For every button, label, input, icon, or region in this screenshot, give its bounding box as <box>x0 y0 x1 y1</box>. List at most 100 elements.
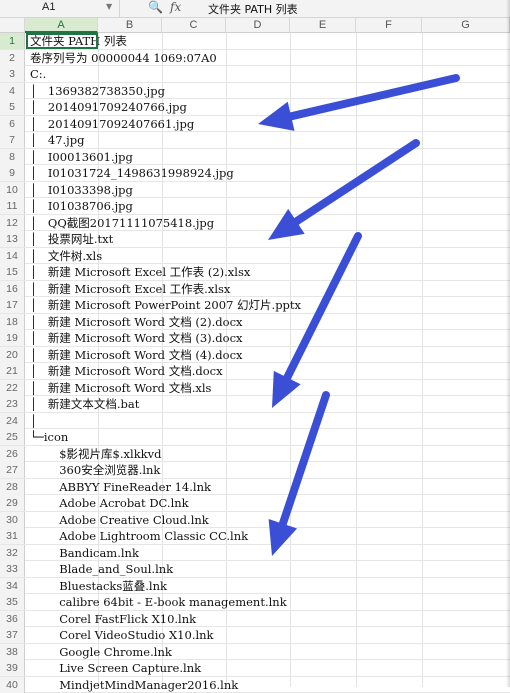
row-header[interactable]: 20 <box>0 347 25 363</box>
row-header[interactable]: 28 <box>0 479 25 495</box>
row-header[interactable]: 1 <box>0 33 25 49</box>
cell-a[interactable]: │ 新建文本文档.bat <box>30 396 139 412</box>
table-row: 21 │ 新建 Microsoft Word 文档.docx <box>0 363 510 380</box>
cell-a[interactable]: │ I01033398.jpg <box>30 182 133 198</box>
cell-a[interactable]: Adobe Lightroom Classic CC.lnk <box>30 528 248 544</box>
cell-a[interactable]: │ 新建 Microsoft Word 文档 (3).docx <box>30 330 243 346</box>
row-header[interactable]: 11 <box>0 198 25 214</box>
row-header[interactable]: 19 <box>0 330 25 346</box>
row-header[interactable]: 40 <box>0 677 25 693</box>
cell-a[interactable]: Adobe Acrobat DC.lnk <box>30 495 189 511</box>
column-header-e[interactable]: E <box>290 18 356 32</box>
cell-a[interactable]: │ <box>30 413 37 429</box>
column-header-g[interactable]: G <box>422 18 510 32</box>
table-row: 25 └─icon <box>0 429 510 446</box>
cell-a[interactable]: MindjetMindManager2016.lnk <box>30 677 238 693</box>
row-header[interactable]: 3 <box>0 66 25 82</box>
column-header-c[interactable]: C <box>162 18 226 32</box>
row-header[interactable]: 39 <box>0 660 25 676</box>
cell-a[interactable]: │ 新建 Microsoft Word 文档 (4).docx <box>30 347 243 363</box>
row-header[interactable]: 29 <box>0 495 25 511</box>
cell-a[interactable]: calibre 64bit - E-book management.lnk <box>30 594 287 610</box>
row-header[interactable]: 37 <box>0 627 25 643</box>
table-row: 12 │ QQ截图20171111075418.jpg <box>0 215 510 232</box>
column-header-f[interactable]: F <box>356 18 422 32</box>
row-header[interactable]: 23 <box>0 396 25 412</box>
row-header[interactable]: 34 <box>0 578 25 594</box>
cell-a[interactable]: │ 新建 Microsoft PowerPoint 2007 幻灯片.pptx <box>30 297 301 313</box>
cell-a[interactable]: │ I01031724_1498631998924.jpg <box>30 165 234 181</box>
row-header[interactable]: 8 <box>0 149 25 165</box>
cell-a[interactable]: │ QQ截图20171111075418.jpg <box>30 215 214 231</box>
cell-a[interactable]: │ 投票网址.txt <box>30 231 113 247</box>
select-all-corner[interactable] <box>0 18 25 32</box>
cell-a[interactable]: │ I01038706.jpg <box>30 198 133 214</box>
table-row: 4 │ 1369382738350.jpg <box>0 83 510 100</box>
row-header[interactable]: 31 <box>0 528 25 544</box>
cell-a[interactable]: Corel VideoStudio X10.lnk <box>30 627 214 643</box>
cell-a[interactable]: Bandicam.lnk <box>30 545 139 561</box>
row-header[interactable]: 22 <box>0 380 25 396</box>
cell-a[interactable]: Adobe Creative Cloud.lnk <box>30 512 209 528</box>
cell-a[interactable]: Live Screen Capture.lnk <box>30 660 201 676</box>
cell-a[interactable]: C:. <box>30 66 46 82</box>
row-header[interactable]: 17 <box>0 297 25 313</box>
row-header[interactable]: 6 <box>0 116 25 132</box>
row-header[interactable]: 14 <box>0 248 25 264</box>
cell-a[interactable]: $影视片库$.xlkkvd <box>30 446 162 462</box>
cell-a[interactable]: │ 文件树.xls <box>30 248 102 264</box>
row-header[interactable]: 16 <box>0 281 25 297</box>
cell-a[interactable]: │ 20140917092407661.jpg <box>30 116 194 132</box>
row-header[interactable]: 25 <box>0 429 25 445</box>
row-header[interactable]: 27 <box>0 462 25 478</box>
row-header[interactable]: 9 <box>0 165 25 181</box>
cell-a[interactable]: │ 47.jpg <box>30 132 84 148</box>
cell-a[interactable]: Bluestacks蓝叠.lnk <box>30 578 167 594</box>
cell-a[interactable]: │ 1369382738350.jpg <box>30 83 165 99</box>
cell-a[interactable]: 文件夹 PATH 列表 <box>30 33 127 49</box>
row-header[interactable]: 36 <box>0 611 25 627</box>
row-header[interactable]: 5 <box>0 99 25 115</box>
row-header[interactable]: 26 <box>0 446 25 462</box>
row-header[interactable]: 33 <box>0 561 25 577</box>
cell-a[interactable]: │ 新建 Microsoft Word 文档.xls <box>30 380 211 396</box>
row-header[interactable]: 24 <box>0 413 25 429</box>
row-header[interactable]: 2 <box>0 50 25 66</box>
cell-a[interactable]: Corel FastFlick X10.lnk <box>30 611 196 627</box>
zoom-search-icon[interactable]: 🔍 <box>148 0 163 14</box>
cell-a[interactable]: │ I00013601.jpg <box>30 149 133 165</box>
row-header[interactable]: 35 <box>0 594 25 610</box>
row-header[interactable]: 7 <box>0 132 25 148</box>
cell-a[interactable]: Google Chrome.lnk <box>30 644 172 660</box>
cell-a[interactable]: │ 新建 Microsoft Excel 工作表.xlsx <box>30 281 230 297</box>
cell-a[interactable]: │ 2014091709240766.jpg <box>30 99 187 115</box>
column-header-d[interactable]: D <box>226 18 290 32</box>
cell-reference: A1 <box>42 1 55 13</box>
table-row: 29 Adobe Acrobat DC.lnk <box>0 495 510 512</box>
formula-input[interactable]: 文件夹 PATH 列表 <box>208 1 298 17</box>
row-header[interactable]: 32 <box>0 545 25 561</box>
row-header[interactable]: 13 <box>0 231 25 247</box>
column-header-b[interactable]: B <box>98 18 162 32</box>
row-header[interactable]: 4 <box>0 83 25 99</box>
row-header[interactable]: 18 <box>0 314 25 330</box>
name-box[interactable]: A1 ▼ <box>0 0 120 17</box>
row-header[interactable]: 12 <box>0 215 25 231</box>
cell-a[interactable]: Blade_and_Soul.lnk <box>30 561 173 577</box>
row-header[interactable]: 21 <box>0 363 25 379</box>
row-header[interactable]: 38 <box>0 644 25 660</box>
function-icon[interactable]: fx <box>170 0 181 14</box>
cell-a[interactable]: 360安全浏览器.lnk <box>30 462 160 478</box>
cell-a[interactable]: ABBYY FineReader 14.lnk <box>30 479 211 495</box>
row-header[interactable]: 30 <box>0 512 25 528</box>
cell-a[interactable]: └─icon <box>30 429 68 445</box>
cell-a[interactable]: │ 新建 Microsoft Word 文档 (2).docx <box>30 314 243 330</box>
cell-a[interactable]: │ 新建 Microsoft Word 文档.docx <box>30 363 223 379</box>
table-row: 31 Adobe Lightroom Classic CC.lnk <box>0 528 510 545</box>
cell-a[interactable]: │ 新建 Microsoft Excel 工作表 (2).xlsx <box>30 264 250 280</box>
row-header[interactable]: 15 <box>0 264 25 280</box>
chevron-down-icon[interactable]: ▼ <box>106 2 112 11</box>
column-header-a[interactable]: A <box>25 18 98 33</box>
cell-a[interactable]: 卷序列号为 00000044 1069:07A0 <box>30 50 217 66</box>
row-header[interactable]: 10 <box>0 182 25 198</box>
